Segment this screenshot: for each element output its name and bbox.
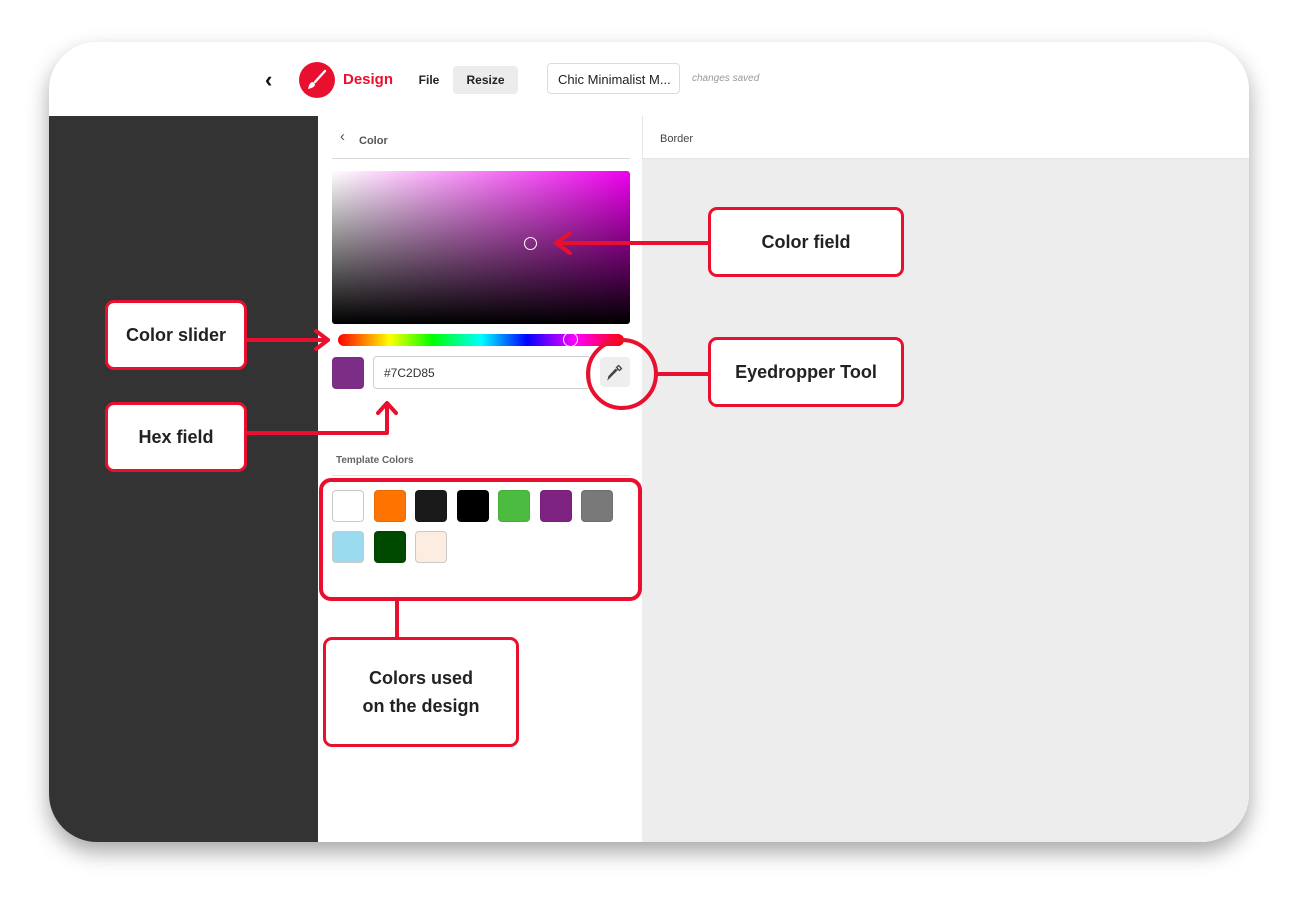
callout-colors-used-line2: on the design (362, 696, 480, 716)
callout-color-field: Color field (708, 207, 904, 277)
callout-color-slider: Color slider (105, 300, 247, 370)
callout-colors-used-line1: Colors used (368, 668, 474, 688)
callout-colors-used: Colors used on the design (323, 637, 519, 747)
callout-eyedropper: Eyedropper Tool (708, 337, 904, 407)
callout-hex-field: Hex field (105, 402, 247, 472)
